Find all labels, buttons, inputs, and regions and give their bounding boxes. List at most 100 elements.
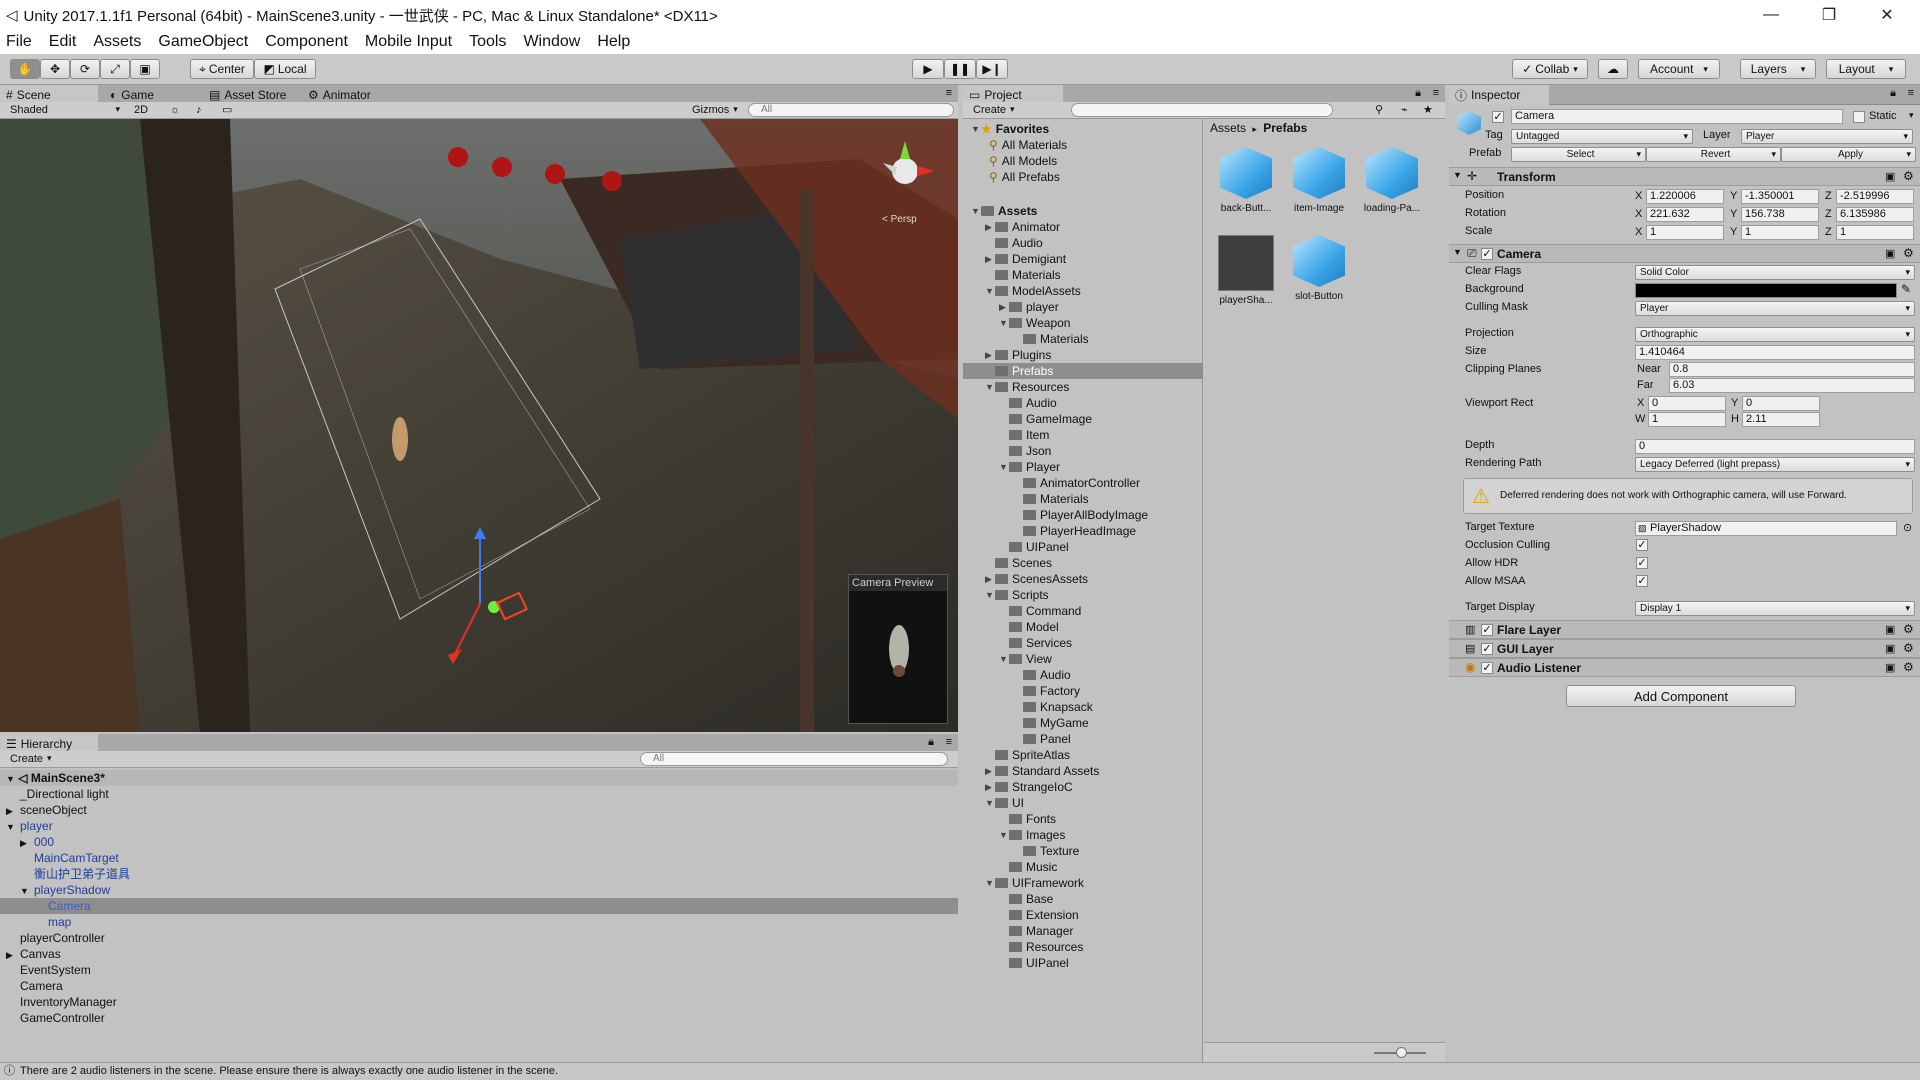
depth-field[interactable]: 0 <box>1635 439 1915 454</box>
space-local-button[interactable]: ◩ Local <box>254 59 316 79</box>
hierarchy-row[interactable]: EventSystem <box>0 962 958 978</box>
expand-arrow-icon[interactable]: ▶ <box>985 251 995 267</box>
project-folder[interactable]: ▼ Scripts <box>963 587 1203 603</box>
position-y-field[interactable]: -1.350001 <box>1741 189 1819 204</box>
gear-icon[interactable]: ⚙ <box>1903 246 1914 260</box>
menu-mobile-input[interactable]: Mobile Input <box>365 33 452 51</box>
expand-arrow-icon[interactable]: ▼ <box>999 459 1009 475</box>
hierarchy-row[interactable]: MainCamTarget <box>0 850 958 866</box>
prefab-apply-button[interactable]: Apply <box>1781 147 1916 162</box>
project-folder[interactable]: GameImage <box>963 411 1203 427</box>
expand-arrow-icon[interactable]: ▼ <box>999 827 1009 843</box>
viewport-w-field[interactable]: 1 <box>1648 412 1726 427</box>
help-icon[interactable]: ▣ <box>1885 170 1895 183</box>
gui-layer-header[interactable]: ▤ ✓ GUI Layer ▣ ⚙ <box>1449 639 1920 658</box>
expand-arrow-icon[interactable]: ▼ <box>971 203 981 219</box>
viewport-x-field[interactable]: 0 <box>1648 396 1726 411</box>
scene-root-row[interactable]: ▼ ◁ MainScene3* <box>0 770 958 786</box>
filter-label-icon[interactable]: ⌁ <box>1401 103 1408 116</box>
filter-type-icon[interactable]: ⚲ <box>1375 103 1383 116</box>
expand-arrow-icon[interactable]: ▼ <box>20 883 34 899</box>
background-color-swatch[interactable] <box>1635 283 1897 298</box>
allow-hdr-checkbox[interactable]: ✓ <box>1636 557 1648 569</box>
image-icon[interactable]: ▭ <box>218 102 246 117</box>
restore-button[interactable]: ❐ <box>1800 0 1858 30</box>
project-folder[interactable]: ▼ Assets <box>963 203 1203 219</box>
gizmos-dropdown[interactable]: Gizmos ▾ <box>688 102 744 117</box>
favorites-item[interactable]: ⚲ All Prefabs <box>989 169 1060 185</box>
menu-help[interactable]: Help <box>597 33 630 51</box>
project-folder[interactable]: MyGame <box>963 715 1203 731</box>
cloud-button[interactable]: ☁ <box>1598 59 1628 79</box>
lock-icon[interactable]: 🔒︎ <box>1415 87 1421 100</box>
project-folder[interactable]: PlayerAllBodyImage <box>963 507 1203 523</box>
expand-arrow-icon[interactable]: ▶ <box>985 571 995 587</box>
near-field[interactable]: 0.8 <box>1669 362 1915 377</box>
rotate-tool-button[interactable]: ⟳ <box>70 59 100 79</box>
flare-layer-header[interactable]: ▥ ✓ Flare Layer ▣ ⚙ <box>1449 620 1920 639</box>
flare-layer-checkbox[interactable]: ✓ <box>1481 624 1493 636</box>
gear-icon[interactable]: ⚙ <box>1903 641 1914 655</box>
prefab-asset[interactable]: item-Image <box>1283 147 1355 214</box>
shading-mode-dropdown[interactable]: Shaded ▾ <box>6 102 124 117</box>
transform-header[interactable]: ▼ ✛ Transform ▣ ⚙ <box>1449 167 1920 186</box>
object-name-field[interactable]: Camera <box>1511 109 1843 124</box>
hierarchy-create-dropdown[interactable]: Create ▾ <box>6 751 58 766</box>
project-folder[interactable]: Fonts <box>963 811 1203 827</box>
audio-icon[interactable]: ♪ <box>192 102 212 117</box>
expand-arrow-icon[interactable]: ▼ <box>999 315 1009 331</box>
project-folder[interactable]: Json <box>963 443 1203 459</box>
scene-view[interactable]: < Persp Camera Preview <box>0 119 958 732</box>
layout-button[interactable]: Layout ▾ <box>1826 59 1906 79</box>
project-folder[interactable]: Materials <box>963 331 1203 347</box>
scale-y-field[interactable]: 1 <box>1741 225 1819 240</box>
favorites-item[interactable]: ⚲ All Models <box>989 153 1057 169</box>
favorites-header[interactable]: ▼ ★ Favorites <box>971 121 1049 137</box>
eyedropper-icon[interactable]: ✎ <box>1901 282 1911 296</box>
tab-inspector[interactable]: ⓘ Inspector <box>1449 85 1549 105</box>
minimize-button[interactable]: — <box>1742 0 1800 30</box>
hierarchy-row[interactable]: ▶ Canvas <box>0 946 958 962</box>
expand-arrow-icon[interactable]: ▼ <box>985 795 995 811</box>
project-folder[interactable]: Knapsack <box>963 699 1203 715</box>
menu-gameobject[interactable]: GameObject <box>158 33 248 51</box>
hierarchy-row[interactable]: InventoryManager <box>0 994 958 1010</box>
target-texture-field[interactable]: ▨ PlayerShadow <box>1635 521 1897 536</box>
project-folder[interactable]: ▶ Animator <box>963 219 1203 235</box>
allow-msaa-checkbox[interactable]: ✓ <box>1636 575 1648 587</box>
project-folder[interactable]: ▶ Demigiant <box>963 251 1203 267</box>
star-icon[interactable]: ★ <box>1423 103 1433 116</box>
expand-arrow-icon[interactable]: ▼ <box>985 587 995 603</box>
pause-button[interactable]: ❚❚ <box>944 59 976 79</box>
project-folder[interactable]: Services <box>963 635 1203 651</box>
2d-toggle[interactable]: 2D <box>130 102 156 117</box>
project-folder[interactable]: Audio <box>963 667 1203 683</box>
move-tool-button[interactable]: ✥ <box>40 59 70 79</box>
active-checkbox[interactable]: ✓ <box>1492 111 1504 123</box>
project-search-input[interactable] <box>1071 103 1333 117</box>
play-button[interactable]: ▶ <box>912 59 944 79</box>
chevron-down-icon[interactable]: ▾ <box>1909 110 1914 121</box>
menu-file[interactable]: File <box>6 33 32 51</box>
camera-header[interactable]: ▼ ⎚ ✓ Camera ▣ ⚙ <box>1449 244 1920 263</box>
project-folder[interactable]: Texture <box>963 843 1203 859</box>
close-button[interactable]: ✕ <box>1858 0 1916 30</box>
project-folder[interactable]: ▶ Standard Assets <box>963 763 1203 779</box>
layers-button[interactable]: Layers ▾ <box>1740 59 1816 79</box>
scale-z-field[interactable]: 1 <box>1836 225 1914 240</box>
hierarchy-row[interactable]: _Directional light <box>0 786 958 802</box>
hierarchy-row[interactable]: GameController <box>0 1010 958 1026</box>
hierarchy-row[interactable]: ▶ sceneObject <box>0 802 958 818</box>
rotation-y-field[interactable]: 156.738 <box>1741 207 1819 222</box>
project-folder[interactable]: ▶ Plugins <box>963 347 1203 363</box>
persp-label[interactable]: < Persp <box>882 214 917 225</box>
size-field[interactable]: 1.410464 <box>1635 345 1915 360</box>
step-button[interactable]: ▶❙ <box>976 59 1008 79</box>
prefab-revert-button[interactable]: Revert <box>1646 147 1781 162</box>
expand-arrow-icon[interactable]: ▼ <box>6 819 20 835</box>
rendering-path-dropdown[interactable]: Legacy Deferred (light prepass) <box>1635 457 1915 472</box>
project-folder[interactable]: Audio <box>963 395 1203 411</box>
project-folder[interactable]: Panel <box>963 731 1203 747</box>
project-folder[interactable]: Extension <box>963 907 1203 923</box>
project-folder[interactable]: UIPanel <box>963 955 1203 971</box>
